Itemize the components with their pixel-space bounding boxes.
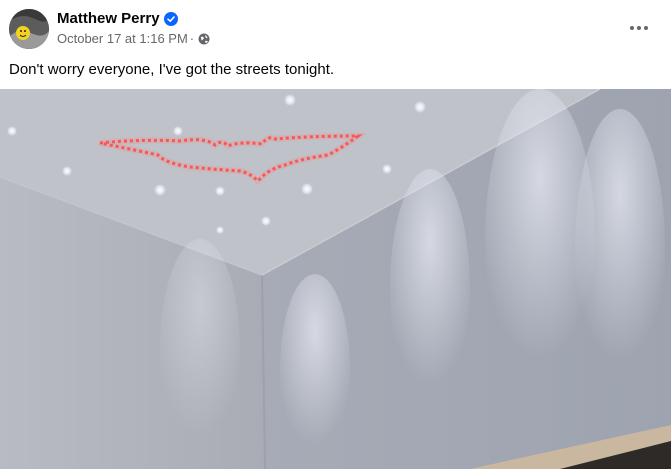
more-options-button[interactable] (625, 14, 653, 42)
more-horizontal-icon (630, 26, 648, 30)
post-meta: October 17 at 1:16 PM · (57, 31, 210, 46)
post-photo[interactable] (0, 89, 671, 469)
globe-icon[interactable] (198, 33, 210, 45)
post-text: Don't worry everyone, I've got the stree… (9, 61, 335, 78)
avatar[interactable] (9, 9, 49, 49)
verified-badge-icon (163, 11, 178, 26)
post-timestamp[interactable]: October 17 at 1:16 PM (57, 31, 188, 46)
author-name-text[interactable]: Matthew Perry (57, 10, 160, 27)
avatar-emoji-icon (9, 9, 49, 49)
author-name[interactable]: Matthew Perry (57, 10, 178, 27)
post-header: Matthew Perry October 17 at 1:16 PM · (0, 0, 671, 56)
meta-separator: · (189, 31, 195, 46)
